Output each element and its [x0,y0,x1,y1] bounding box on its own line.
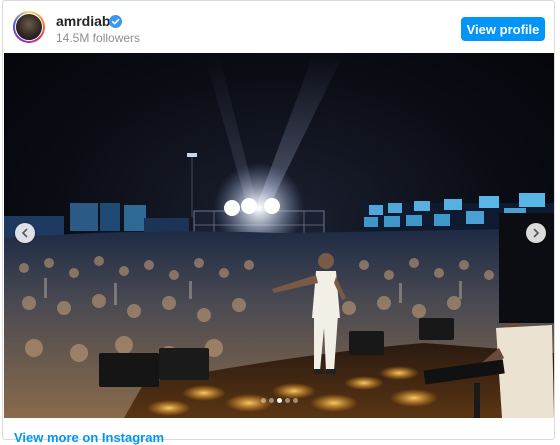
carousel-prev-button[interactable] [15,223,35,243]
verified-badge-icon [109,15,122,28]
carousel-dot [268,398,274,403]
carousel-dot [292,398,298,403]
avatar[interactable] [13,11,45,43]
carousel-dot [284,398,290,403]
instagram-embed: amrdiab 14.5M followers View profile Vie… [2,0,555,445]
view-profile-button[interactable]: View profile [461,17,545,41]
chevron-right-icon [533,228,540,238]
follower-count: 14.5M followers [56,31,141,45]
concert-photo [4,53,554,418]
chevron-left-icon [21,228,28,238]
carousel-dot-active [276,398,282,403]
username[interactable]: amrdiab [56,13,110,29]
carousel-indicator [4,398,554,406]
carousel-next-button[interactable] [526,223,546,243]
post-header: amrdiab 14.5M followers View profile [3,1,554,51]
avatar-image [15,13,43,41]
post-image[interactable] [4,53,554,418]
view-more-link[interactable]: View more on Instagram [14,430,164,445]
carousel-dot [260,398,266,403]
